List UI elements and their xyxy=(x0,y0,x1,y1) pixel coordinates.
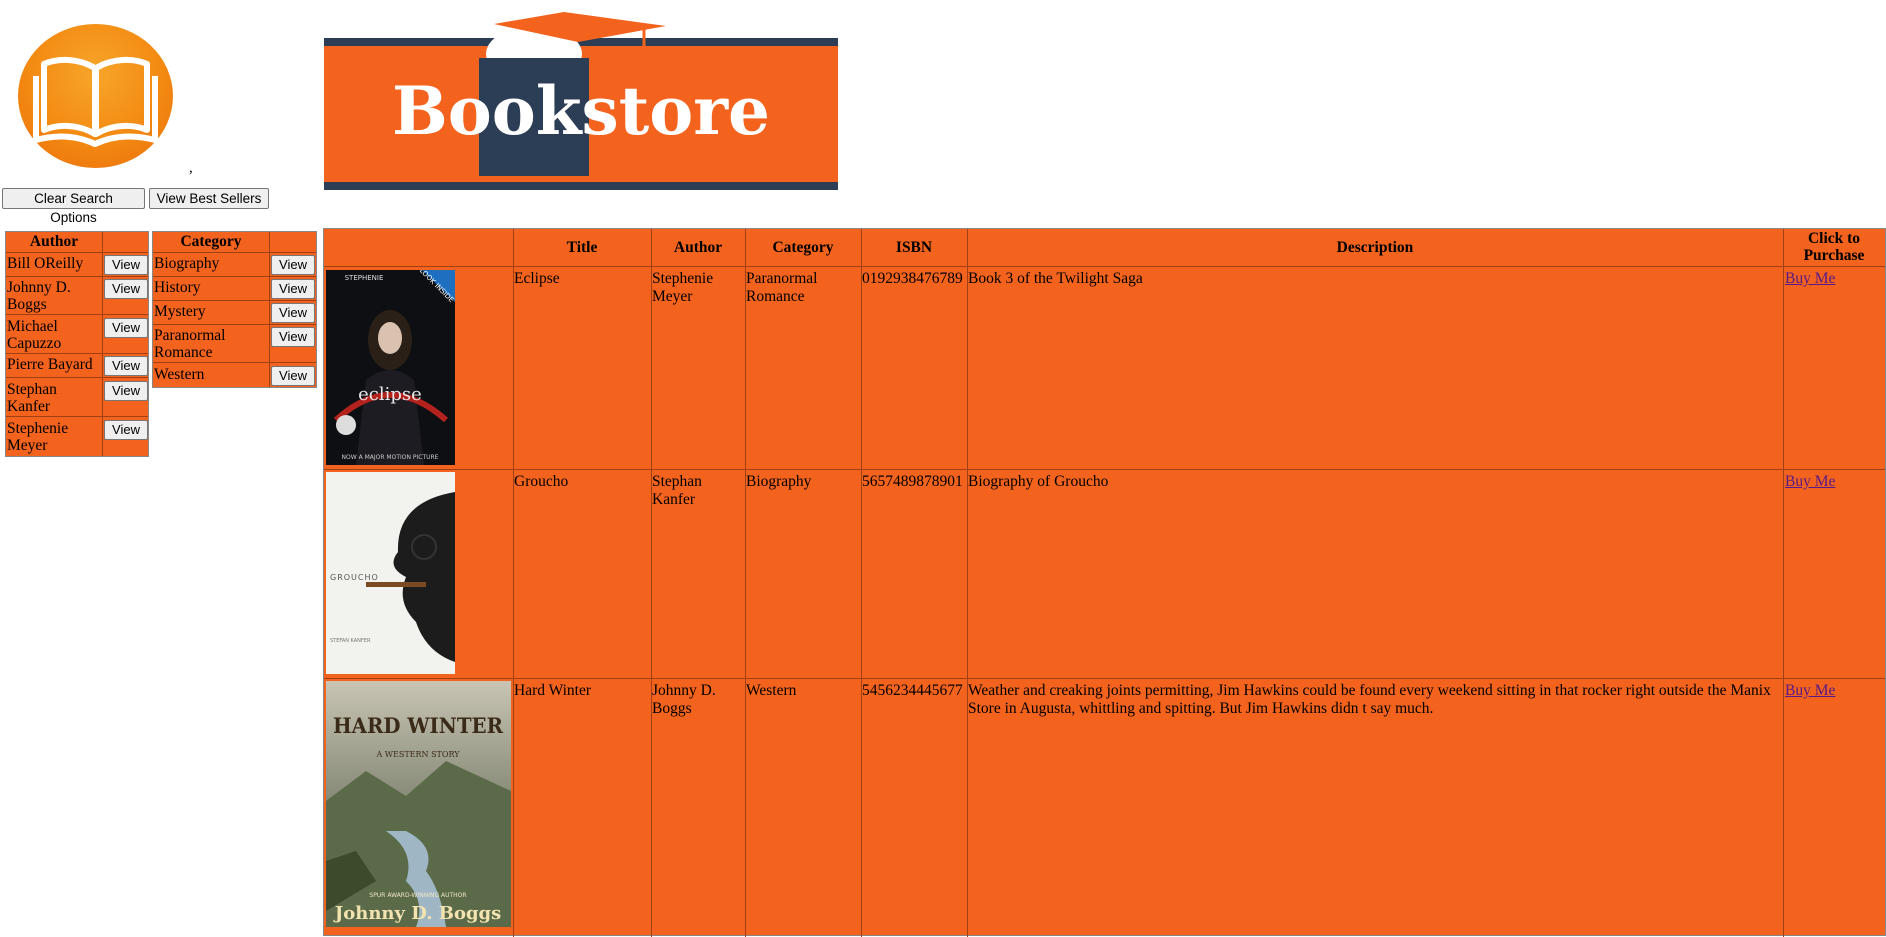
category-row-label: Western xyxy=(154,366,205,383)
author-row-label: Stephan Kanfer xyxy=(7,381,57,415)
book-cover-image: LOOK INSIDE STEPHENIE eclipse NOW A MAJO… xyxy=(326,270,455,465)
view-author-button[interactable]: View xyxy=(104,420,148,440)
book-cover-image: GROUCHO STEFAN KANFER xyxy=(326,472,455,674)
cover-title-text: eclipse xyxy=(358,384,422,405)
view-category-button[interactable]: View xyxy=(271,255,315,275)
column-header-isbn: ISBN xyxy=(895,239,933,256)
cover-author-text: Johnny D. Boggs xyxy=(333,903,502,924)
author-row-label: Bill OReilly xyxy=(7,255,84,272)
author-row-label: Johnny D. Boggs xyxy=(7,279,71,313)
buy-me-link[interactable]: Buy Me xyxy=(1785,270,1835,288)
books-table: Title Author Category ISBN Description C… xyxy=(323,228,1886,937)
buy-me-link[interactable]: Buy Me xyxy=(1785,682,1835,700)
bookstore-logo xyxy=(18,24,173,168)
view-best-sellers-button[interactable]: View Best Sellers xyxy=(149,188,269,209)
category-row-label: Paranormal Romance xyxy=(154,327,226,361)
column-header-category: Category xyxy=(772,239,834,256)
cover-title-text: HARD WINTER xyxy=(333,713,504,738)
column-header-description: Description xyxy=(1336,239,1414,256)
book-isbn: 5456234445677 xyxy=(862,682,963,699)
view-category-button[interactable]: View xyxy=(271,303,315,323)
author-header: Author xyxy=(29,233,79,250)
book-author: Stephan Kanfer xyxy=(652,473,702,508)
stray-text: , xyxy=(189,160,193,176)
book-title: Hard Winter xyxy=(514,682,591,699)
cover-award-text: SPUR AWARD-WINNING AUTHOR xyxy=(369,892,466,899)
view-author-button[interactable]: View xyxy=(104,255,148,275)
view-category-button[interactable]: View xyxy=(271,366,315,386)
cover-subtitle-text: A WESTERN STORY xyxy=(375,750,460,759)
book-isbn: 5657489878901 xyxy=(862,473,963,490)
clear-search-button[interactable]: Clear Search Options xyxy=(2,188,145,225)
book-category: Biography xyxy=(746,473,812,490)
category-row-label: Mystery xyxy=(154,303,206,320)
column-header-author: Author xyxy=(673,239,723,256)
column-header-purchase: Click to Purchase xyxy=(1803,230,1865,264)
view-author-button[interactable]: View xyxy=(104,318,148,338)
category-row-label: History xyxy=(154,279,201,296)
book-isbn: 0192938476789 xyxy=(862,270,963,287)
buy-me-link[interactable]: Buy Me xyxy=(1785,473,1835,491)
book-description: Book 3 of the Twilight Saga xyxy=(968,270,1143,287)
view-author-button[interactable]: View xyxy=(104,381,148,401)
column-header-title: Title xyxy=(566,239,598,256)
book-category: Paranormal Romance xyxy=(746,270,818,305)
bookstore-banner: Bookstore xyxy=(324,10,838,190)
cover-author-text: STEPHENIE xyxy=(345,274,384,282)
author-table: Author Bill OReilly View Johnny D. Boggs… xyxy=(5,231,149,457)
category-table: Category Biography View History View Mys… xyxy=(152,231,317,388)
banner-title: Bookstore xyxy=(392,72,770,150)
book-description: Weather and creaking joints permitting, … xyxy=(968,682,1771,717)
category-header: Category xyxy=(180,233,242,250)
cover-bottom-text: NOW A MAJOR MOTION PICTURE xyxy=(342,454,439,461)
view-author-button[interactable]: View xyxy=(104,356,148,376)
book-title: Groucho xyxy=(514,473,569,490)
cover-bottom-text: STEFAN KANFER xyxy=(330,638,371,644)
book-description: Biography of Groucho xyxy=(968,473,1109,490)
book-title: Eclipse xyxy=(514,270,560,287)
book-author: Stephenie Meyer xyxy=(652,270,714,305)
book-category: Western xyxy=(746,682,797,699)
view-category-button[interactable]: View xyxy=(271,327,315,347)
book-cover-image: HARD WINTER A WESTERN STORY SPUR AWARD-W… xyxy=(326,681,511,927)
open-book-icon xyxy=(33,56,158,147)
book-author: Johnny D. Boggs xyxy=(652,682,716,717)
author-row-label: Pierre Bayard xyxy=(7,356,93,373)
author-row-label: Stephenie Meyer xyxy=(7,420,69,454)
category-row-label: Biography xyxy=(154,255,220,272)
cover-title-text: GROUCHO xyxy=(330,573,379,582)
view-category-button[interactable]: View xyxy=(271,279,315,299)
view-author-button[interactable]: View xyxy=(104,279,148,299)
author-row-label: Michael Capuzzo xyxy=(7,318,62,352)
